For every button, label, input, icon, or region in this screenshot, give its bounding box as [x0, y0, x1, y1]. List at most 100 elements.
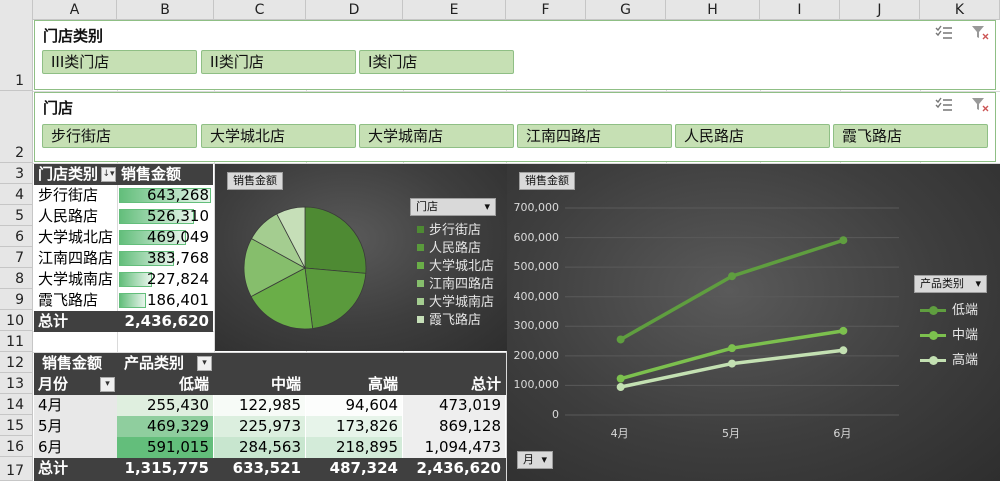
row-header-2[interactable]: 2 — [0, 91, 32, 163]
pivot1-sales-cell[interactable]: 383,768 — [117, 248, 213, 269]
pivot1-sales-cell[interactable]: 469,049 — [117, 227, 213, 248]
multi-select-icon[interactable] — [935, 97, 953, 113]
pivot1-sales-cell[interactable]: 643,268 — [117, 185, 213, 206]
pivot2-value-cell[interactable]: 218,895 — [306, 437, 402, 458]
column-header-d[interactable]: D — [306, 0, 403, 20]
line-legend-item[interactable]: 中端 — [920, 324, 978, 343]
pivot1-sales-cell[interactable]: 227,824 — [117, 269, 213, 290]
pie-slice-0[interactable] — [304, 206, 367, 274]
pivot2-value-cell[interactable]: 94,604 — [306, 395, 402, 416]
pivot2-value-cell[interactable]: 473,019 — [403, 395, 505, 416]
pivot1-total-value[interactable]: 2,436,620 — [117, 311, 213, 332]
column-filter-dropdown-icon[interactable]: ▾ — [197, 356, 212, 371]
pie-slice-1[interactable] — [304, 267, 367, 329]
pie-legend-item[interactable]: 霞飞路店 — [417, 309, 481, 328]
line-legend-item[interactable]: 低端 — [920, 299, 978, 318]
line-point-0-1[interactable] — [728, 272, 736, 281]
pie-legend-item[interactable]: 大学城北店 — [417, 255, 494, 274]
row-header-6[interactable]: 6 — [0, 226, 32, 247]
pivot2-total-all[interactable]: 2,436,620 — [403, 458, 505, 479]
pivot1-store-cell[interactable]: 大学城北店 — [34, 227, 117, 248]
row-header-13[interactable]: 13 — [0, 373, 32, 394]
column-header-j[interactable]: J — [840, 0, 920, 20]
row-header-15[interactable]: 15 — [0, 415, 32, 436]
row-header-14[interactable]: 14 — [0, 394, 32, 415]
pivot2-value-cell[interactable]: 1,094,473 — [403, 437, 505, 458]
pivot2-value-cell[interactable]: 173,826 — [306, 416, 402, 437]
line-legend-item[interactable]: 高端 — [920, 349, 978, 368]
pivot2-total-label[interactable]: 总计 — [34, 458, 117, 479]
pivot2-value-cell[interactable]: 225,973 — [214, 416, 305, 437]
line-point-0-2[interactable] — [839, 236, 848, 245]
line-chart[interactable]: 销售金额 产品类别 ▾ 低端 中端 高端 月 ▾ 0 100,000 200,000 30… — [507, 164, 1000, 481]
slicer-item-type-i[interactable]: I类门店 — [359, 50, 514, 74]
slicer-item-type-ii[interactable]: II类门店 — [201, 50, 356, 74]
pivot2-col-field[interactable]: 产品类别 — [120, 353, 200, 374]
clear-filter-icon[interactable] — [971, 25, 989, 41]
pivot2-month-cell[interactable]: 5月 — [34, 416, 117, 437]
pivot1-store-cell[interactable]: 江南四路店 — [34, 248, 117, 269]
pivot2-total-mid[interactable]: 633,521 — [214, 458, 305, 479]
pivot2-total-low[interactable]: 1,315,775 — [117, 458, 213, 479]
line-point-1-1[interactable] — [728, 344, 736, 353]
line-axis-field-button[interactable]: 月 ▾ — [517, 451, 553, 469]
multi-select-icon[interactable] — [935, 25, 953, 41]
line-series-0[interactable] — [619, 238, 844, 341]
pivot2-col-header-mid[interactable]: 中端 — [214, 374, 305, 395]
slicer-item-store-3[interactable]: 江南四路店 — [517, 124, 672, 148]
pivot1-store-cell[interactable]: 霞飞路店 — [34, 290, 117, 311]
pivot2-value-cell[interactable]: 869,128 — [403, 416, 505, 437]
column-header-k[interactable]: K — [920, 0, 1000, 20]
column-header-h[interactable]: H — [666, 0, 760, 20]
slicer-item-store-4[interactable]: 人民路店 — [675, 124, 830, 148]
pivot2-value-cell[interactable]: 591,015 — [117, 437, 213, 458]
column-header-b[interactable]: B — [117, 0, 214, 20]
row-header-7[interactable]: 7 — [0, 247, 32, 268]
pie-chart[interactable]: 销售金额 门店 ▾ 步行街店 人民路店 大学城北店 江南四路店 大学城南店 霞飞路店 — [215, 164, 507, 351]
line-legend-field-button[interactable]: 产品类别 ▾ — [914, 275, 987, 293]
pivot2-col-header-total[interactable]: 总计 — [403, 374, 505, 395]
column-header-a[interactable]: A — [33, 0, 117, 20]
line-plot[interactable] — [507, 164, 1000, 481]
pivot2-month-cell[interactable]: 4月 — [34, 395, 117, 416]
row-header-12[interactable]: 12 — [0, 352, 32, 373]
pie-legend-item[interactable]: 大学城南店 — [417, 291, 494, 310]
pie-legend-item[interactable]: 人民路店 — [417, 237, 481, 256]
slicer-item-store-5[interactable]: 霞飞路店 — [833, 124, 988, 148]
pie-legend-item[interactable]: 江南四路店 — [417, 273, 494, 292]
column-header-f[interactable]: F — [506, 0, 586, 20]
line-point-1-0[interactable] — [616, 374, 625, 383]
line-point-1-2[interactable] — [839, 326, 848, 335]
row-header-4[interactable]: 4 — [0, 184, 32, 205]
sort-filter-icon[interactable]: ↓▾ — [101, 167, 116, 182]
pivot2-value-cell[interactable]: 284,563 — [214, 437, 305, 458]
pivot1-store-cell[interactable]: 步行街店 — [34, 185, 117, 206]
line-point-2-0[interactable] — [616, 383, 625, 392]
row-filter-dropdown-icon[interactable]: ▾ — [100, 377, 115, 392]
slicer-item-type-iii[interactable]: III类门店 — [42, 50, 197, 74]
pivot2-value-label[interactable]: 销售金额 — [38, 353, 118, 374]
pivot2-value-cell[interactable]: 469,329 — [117, 416, 213, 437]
pivot1-total-label[interactable]: 总计 — [34, 311, 117, 332]
row-header-10[interactable]: 10 — [0, 310, 32, 331]
row-header-3[interactable]: 3 — [0, 163, 32, 184]
row-header-16[interactable]: 16 — [0, 436, 32, 457]
pivot2-value-cell[interactable]: 122,985 — [214, 395, 305, 416]
line-point-2-1[interactable] — [728, 359, 736, 368]
row-header-1[interactable]: 1 — [0, 20, 32, 91]
pivot1-header-sales[interactable]: 销售金额 — [117, 164, 213, 185]
select-all-corner[interactable] — [0, 0, 33, 20]
column-header-e[interactable]: E — [403, 0, 506, 20]
row-header-9[interactable]: 9 — [0, 289, 32, 310]
pivot2-col-header-high[interactable]: 高端 — [306, 374, 402, 395]
column-header-i[interactable]: I — [760, 0, 840, 20]
slicer-item-store-2[interactable]: 大学城南店 — [359, 124, 514, 148]
slicer-item-store-0[interactable]: 步行街店 — [42, 124, 197, 148]
row-header-11[interactable]: 11 — [0, 331, 32, 352]
pivot1-store-cell[interactable]: 人民路店 — [34, 206, 117, 227]
slicer-store-type[interactable]: 门店类别 III类门店 II类门店 I类门店 — [34, 20, 996, 90]
slicer-item-store-1[interactable]: 大学城北店 — [201, 124, 356, 148]
column-header-g[interactable]: G — [586, 0, 666, 20]
row-header-17[interactable]: 17 — [0, 457, 32, 481]
pivot2-month-cell[interactable]: 6月 — [34, 437, 117, 458]
